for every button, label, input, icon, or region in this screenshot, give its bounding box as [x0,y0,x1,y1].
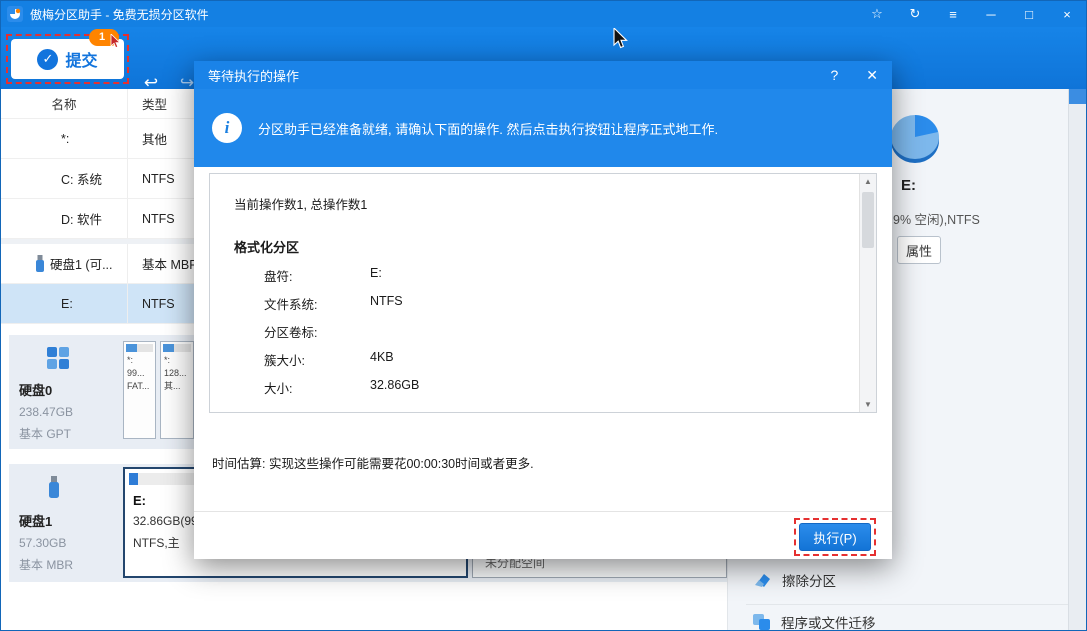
dialog-titlebar: 等待执行的操作 ? ✕ [194,61,892,89]
capacity-bar [126,344,153,352]
selected-drive-info: 9% 空闲),NTFS [893,209,980,228]
operation-name: 格式化分区 [234,237,852,256]
disk-icon [47,347,69,369]
disk-usage-pie-icon [889,111,941,167]
partition-name: *: [1,132,127,146]
operations-summary: 当前操作数1, 总操作数1 [234,194,852,213]
field-label: 盘符: [264,266,370,285]
partition-block[interactable]: *: 128... 其... [160,341,194,439]
action-label: 程序或文件迁移 [781,612,876,631]
dialog-info-banner: i 分区助手已经准备就绪, 请确认下面的操作. 然后点击执行按钮让程序正式地工作… [194,89,892,167]
operations-content: 当前操作数1, 总操作数1 格式化分区 盘符: E: 文件系统: NTFS 分区… [210,174,876,426]
time-estimate-text: 时间估算: 实现这些操作可能需要花00:00:30时间或者更多. [212,453,534,472]
dialog-scrollbar[interactable]: ▲ ▼ [859,174,876,412]
partition-size: 128... [161,367,193,380]
capacity-bar [163,344,191,352]
disk-name: 硬盘1 (可... [50,254,113,273]
scrollbar-thumb[interactable] [862,192,874,248]
partition-fs: 其... [161,380,193,393]
partition-size: 99... [124,367,155,380]
field-value: E: [370,266,382,285]
info-icon: i [212,113,242,143]
partition-label: *: [161,354,193,367]
scroll-up-icon[interactable]: ▲ [860,177,876,186]
operation-fields: 盘符: E: 文件系统: NTFS 分区卷标: 簇大小: 4KB [264,266,852,397]
disk-scheme: 基本 GPT [19,425,119,442]
usb-drive-icon [47,476,61,500]
partition-fs: FAT... [124,380,155,393]
properties-button[interactable]: 属性 [897,236,941,264]
submit-button-label: 提交 [65,47,97,71]
selected-drive-label: E: [901,177,916,194]
mouse-cursor [613,28,629,50]
disk-scheme: 基本 MBR [19,556,119,573]
column-header-name[interactable]: 名称 [1,94,127,113]
check-icon: ✓ [37,49,58,70]
partition-label: *: [124,354,155,367]
maximize-button[interactable]: □ [1010,1,1048,27]
execute-button[interactable]: 执行(P) [799,523,871,551]
partition-name: E: [1,297,127,311]
field-label: 文件系统: [264,294,370,313]
field-value: NTFS [370,294,403,313]
titlebar: 傲梅分区助手 - 免费无损分区软件 ☆ ↻ ≡ ─ □ × [1,1,1086,27]
partition-name: D: 软件 [1,209,127,228]
usb-drive-icon [35,255,45,273]
scroll-down-icon[interactable]: ▼ [860,400,876,409]
dialog-divider [194,511,892,512]
eraser-icon [753,572,772,588]
menu-icon[interactable]: ≡ [934,1,972,27]
operations-list-box: 当前操作数1, 总操作数1 格式化分区 盘符: E: 文件系统: NTFS 分区… [209,173,877,413]
app-logo-icon [7,6,23,22]
action-erase-partition[interactable]: 擦除分区 [753,570,836,590]
dialog-title: 等待执行的操作 [208,66,299,85]
field-label: 分区卷标: [264,322,370,341]
minimize-button[interactable]: ─ [972,1,1010,27]
field-row: 大小: 32.86GB [264,378,852,397]
action-app-migration[interactable]: 程序或文件迁移 [753,612,876,631]
close-button[interactable]: × [1048,1,1086,27]
field-row: 分区卷标: [264,322,852,341]
field-label: 簇大小: [264,350,370,369]
disk1-card[interactable]: 硬盘1 57.30GB 基本 MBR [9,464,119,582]
partition-name: C: 系统 [1,169,127,188]
disk-size: 238.47GB [19,405,119,419]
dialog-intro-text: 分区助手已经准备就绪, 请确认下面的操作. 然后点击执行按钮让程序正式地工作. [258,119,718,138]
action-label: 擦除分区 [782,570,836,590]
badge-cursor-icon [110,34,122,49]
pending-operations-dialog: 等待执行的操作 ? ✕ i 分区助手已经准备就绪, 请确认下面的操作. 然后点击… [194,61,892,559]
field-row: 簇大小: 4KB [264,350,852,369]
disk-name: 硬盘0 [19,380,119,399]
scrollbar-up-icon[interactable] [1069,89,1086,104]
app-window: 傲梅分区助手 - 免费无损分区软件 ☆ ↻ ≡ ─ □ × 克隆 转换 清理 [0,0,1087,631]
dialog-close-icon[interactable]: ✕ [866,67,878,84]
scrollbar[interactable] [1068,89,1086,630]
field-row: 文件系统: NTFS [264,294,852,313]
star-icon[interactable]: ☆ [858,1,896,27]
execute-highlight-outline: 执行(P) [794,518,876,556]
field-label: 大小: [264,378,370,397]
field-value: 32.86GB [370,378,419,397]
disk-size: 57.30GB [19,536,119,550]
field-row: 盘符: E: [264,266,852,285]
dialog-help-icon[interactable]: ? [830,67,838,84]
field-value: 4KB [370,350,394,369]
refresh-icon[interactable]: ↻ [896,1,934,27]
window-title: 傲梅分区助手 - 免费无损分区软件 [30,6,209,23]
disk0-card[interactable]: 硬盘0 238.47GB 基本 GPT [9,335,119,449]
disk-name: 硬盘1 [19,511,119,530]
divider [746,604,1076,605]
migrate-icon [753,614,771,630]
window-controls: ☆ ↻ ≡ ─ □ × [858,1,1086,27]
partition-block[interactable]: *: 99... FAT... [123,341,156,439]
